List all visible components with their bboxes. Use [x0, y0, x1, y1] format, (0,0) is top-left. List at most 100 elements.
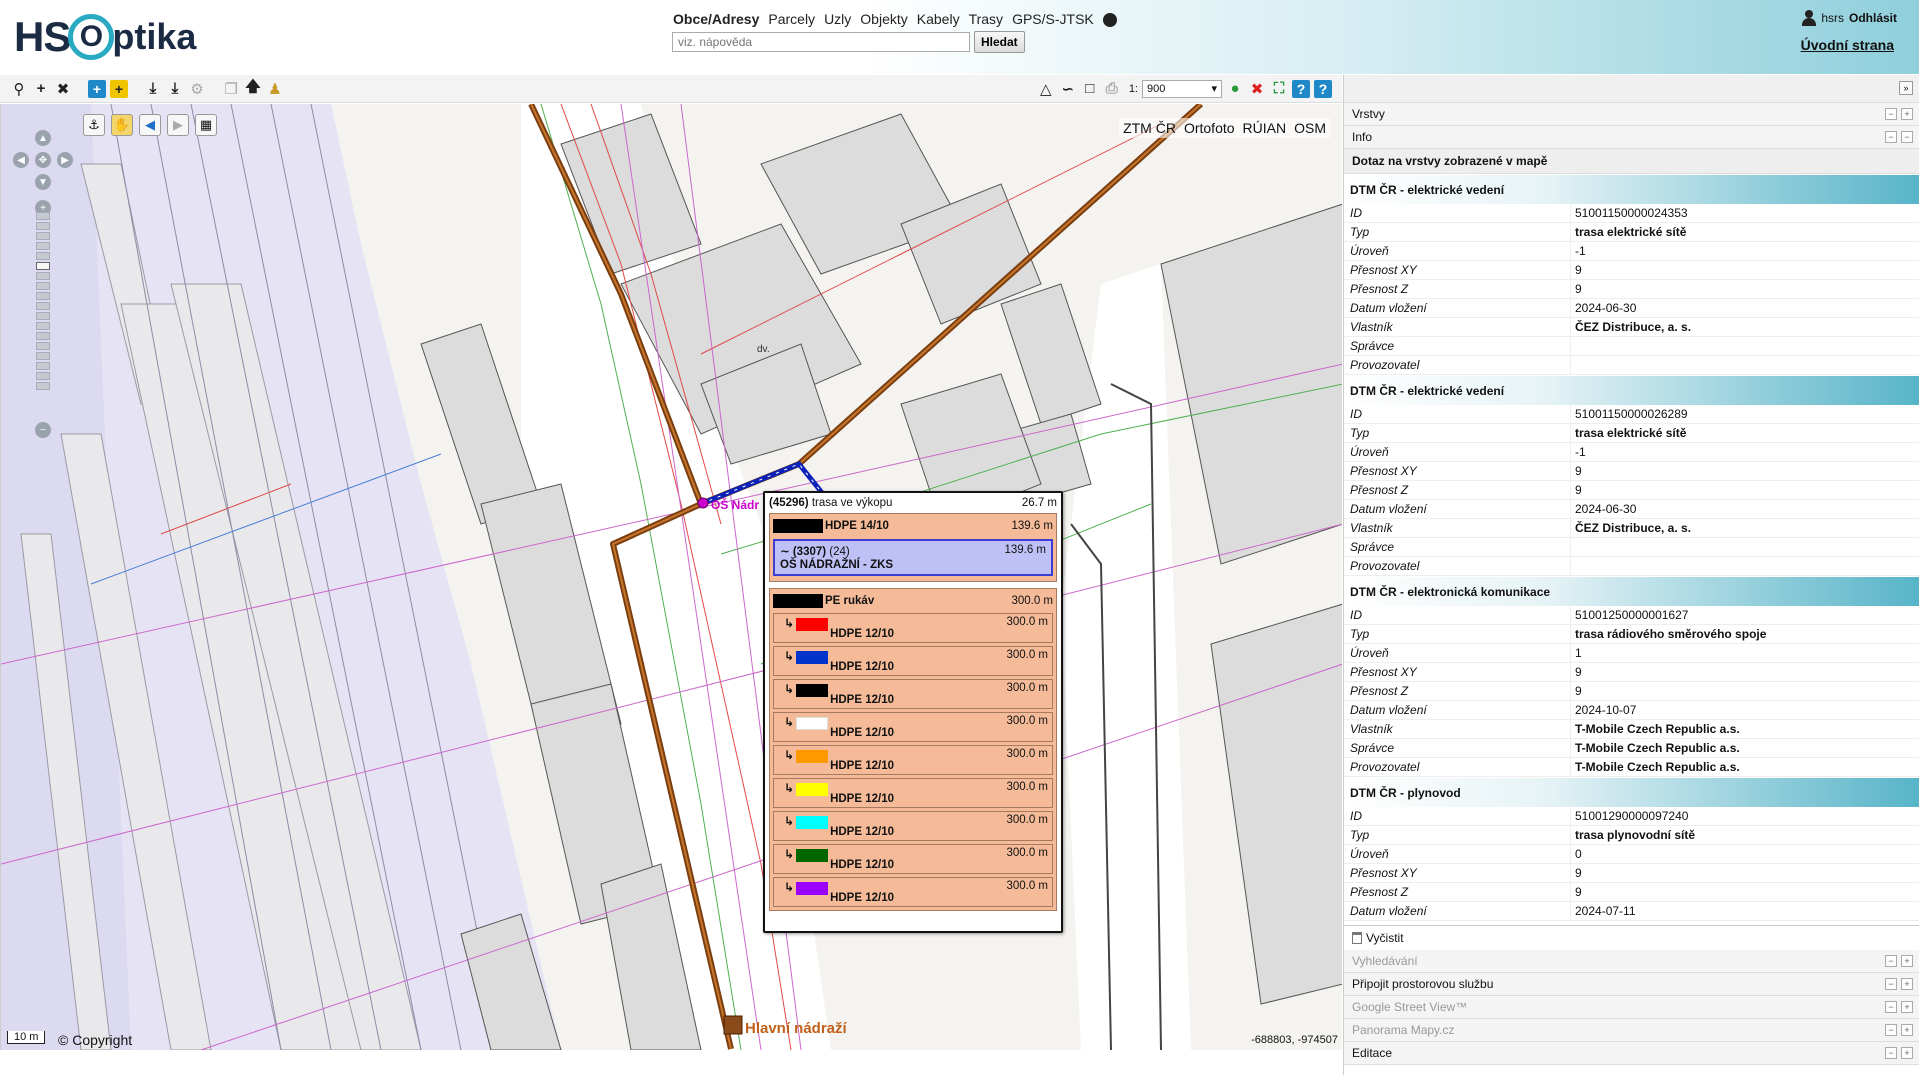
tab-obce-adresy[interactable]: Obce/Adresy [673, 11, 759, 27]
tube-item[interactable]: ↳ HDPE 12/10 300.0 m [773, 811, 1053, 841]
tube-item[interactable]: ↳ HDPE 12/10 300.0 m [773, 844, 1053, 874]
search-button[interactable]: Hledat [974, 31, 1025, 53]
zoom-level-tick[interactable] [36, 342, 50, 350]
zoom-box-icon[interactable]: ⚲ [10, 80, 28, 98]
zoom-level-tick[interactable] [36, 262, 50, 270]
add-feature-icon[interactable]: + [88, 79, 106, 98]
zoom-level-tick[interactable] [36, 382, 50, 390]
scale-select[interactable]: 900 ▾ [1142, 79, 1222, 98]
section-info[interactable]: Info − − [1344, 126, 1919, 149]
pan-up-icon[interactable]: ▲ [35, 130, 51, 146]
copyright[interactable]: © Copyright [58, 1032, 132, 1048]
tools-icon[interactable]: ✖ [54, 80, 72, 98]
zoom-slider[interactable] [34, 212, 52, 400]
cable-item[interactable]: ∼ (3307) (24) 139.6 m OŠ NÁDRAŽNÍ - ZKS [773, 539, 1053, 576]
expand-icon[interactable]: + [1901, 978, 1913, 990]
section-vrstvy[interactable]: Vrstvy − + [1344, 103, 1919, 126]
zoom-level-tick[interactable] [36, 302, 50, 310]
zoom-level-tick[interactable] [36, 292, 50, 300]
download-icon[interactable]: ⤓ [144, 80, 162, 98]
anchor-icon[interactable]: ⚓ [83, 114, 105, 136]
print-icon[interactable]: ⎙ [1103, 80, 1121, 98]
tab-trasy[interactable]: Trasy [969, 11, 1003, 27]
street-view-person-icon[interactable]: ♟ [266, 80, 284, 98]
basemap-ruian[interactable]: RÚIAN [1243, 120, 1287, 136]
zoom-level-tick[interactable] [36, 242, 50, 250]
pan-left-icon[interactable]: ◀ [13, 152, 29, 168]
measure-line-icon[interactable]: ∽ [1059, 80, 1077, 98]
expand-icon[interactable]: + [1901, 1024, 1913, 1036]
zoom-level-tick[interactable] [36, 322, 50, 330]
info-icon[interactable]: i [1102, 13, 1117, 27]
zoom-out-icon[interactable]: − [35, 422, 51, 438]
globe-icon[interactable]: ● [1226, 80, 1244, 98]
settings-icon[interactable]: ⚙ [188, 80, 206, 98]
zoom-level-tick[interactable] [36, 332, 50, 340]
zoom-level-tick[interactable] [36, 312, 50, 320]
basemap-osm[interactable]: OSM [1294, 120, 1326, 136]
help-icon[interactable]: ? [1292, 79, 1310, 98]
pan-hand-icon[interactable]: ✋ [111, 114, 133, 136]
duct-group[interactable]: HDPE 14/10 139.6 m ∼ (3307) (24) 139.6 m… [769, 513, 1057, 582]
zoom-level-tick[interactable] [36, 272, 50, 280]
add-icon[interactable]: + [32, 80, 50, 98]
tab-parcely[interactable]: Parcely [768, 11, 815, 27]
polygon-select-icon[interactable]: □ [1081, 80, 1099, 98]
duct-group[interactable]: PE rukáv 300.0 m ↳ HDPE 12/10 300.0 m ↳ HDPE… [769, 588, 1057, 911]
expand-icon[interactable]: + [1901, 1001, 1913, 1013]
panel-section[interactable]: Google Street View™ − + [1344, 996, 1919, 1019]
tube-item[interactable]: ↳ HDPE 12/10 300.0 m [773, 613, 1053, 643]
copy-icon[interactable]: ❐ [222, 80, 240, 98]
zoom-level-tick[interactable] [36, 372, 50, 380]
zoom-level-tick[interactable] [36, 232, 50, 240]
tube-item[interactable]: ↳ HDPE 12/10 300.0 m [773, 646, 1053, 676]
tab-uzly[interactable]: Uzly [824, 11, 851, 27]
zoom-level-tick[interactable] [36, 362, 50, 370]
zoom-extent-icon[interactable]: ▦ [195, 114, 217, 136]
north-arrow-icon[interactable]: 🡅 [244, 78, 262, 98]
minimize-icon[interactable]: − [1885, 1024, 1897, 1036]
panel-section[interactable]: Panorama Mapy.cz − + [1344, 1019, 1919, 1042]
collapse-panel-icon[interactable]: » [1899, 81, 1913, 95]
fullscreen-icon[interactable]: ⛶ [1270, 80, 1288, 98]
clear-button[interactable]: Vyčistit [1344, 926, 1919, 950]
back-arrow-icon[interactable]: ◀ [139, 114, 161, 136]
home-link[interactable]: Úvodní strana [1801, 37, 1894, 53]
help-icon-2[interactable]: ? [1314, 79, 1332, 98]
search-input[interactable] [672, 32, 970, 52]
export-icon[interactable]: ⤓ [166, 80, 184, 98]
map-canvas[interactable]: OŠ Nádr Hlavní nádraží dv. ZTM ČR Ortofo… [0, 104, 1342, 1050]
info-results[interactable]: DTM ČR - elektrické vedení ID 510011500000… [1344, 174, 1919, 926]
expand-icon[interactable]: + [1901, 1047, 1913, 1059]
pan-right-icon[interactable]: ▶ [57, 152, 73, 168]
pan-center-icon[interactable]: ✥ [35, 152, 51, 168]
tube-item[interactable]: ↳ HDPE 12/10 300.0 m [773, 745, 1053, 775]
minimize-icon[interactable]: − [1885, 955, 1897, 967]
minimize-icon[interactable]: − [1885, 1001, 1897, 1013]
collapse-icon[interactable]: − [1901, 131, 1913, 143]
add-layer-icon[interactable]: + [110, 79, 128, 98]
measure-area-icon[interactable]: △ [1037, 80, 1055, 98]
tab-objekty[interactable]: Objekty [860, 11, 907, 27]
zoom-level-tick[interactable] [36, 282, 50, 290]
clear-selection-icon[interactable]: ✖ [1248, 80, 1266, 98]
zoom-level-tick[interactable] [36, 212, 50, 220]
minimize-icon[interactable]: − [1885, 131, 1897, 143]
forward-arrow-icon[interactable]: ▶ [167, 114, 189, 136]
panel-section[interactable]: Vyhledávání − + [1344, 950, 1919, 973]
route-info-popup[interactable]: (45296) trasa ve výkopu 26.7 m HDPE 14/1… [763, 491, 1063, 933]
basemap-ztm[interactable]: ZTM ČR [1123, 120, 1176, 136]
zoom-level-tick[interactable] [36, 352, 50, 360]
tube-item[interactable]: ↳ HDPE 12/10 300.0 m [773, 877, 1053, 907]
zoom-level-tick[interactable] [36, 222, 50, 230]
tube-item[interactable]: ↳ HDPE 12/10 300.0 m [773, 778, 1053, 808]
pan-down-icon[interactable]: ▼ [35, 174, 51, 190]
basemap-ortofoto[interactable]: Ortofoto [1184, 120, 1235, 136]
hsoptika-logo[interactable]: HS O ptika [14, 8, 196, 66]
minimize-icon[interactable]: − [1885, 1047, 1897, 1059]
minimize-icon[interactable]: − [1885, 108, 1897, 120]
minimize-icon[interactable]: − [1885, 978, 1897, 990]
tube-item[interactable]: ↳ HDPE 12/10 300.0 m [773, 712, 1053, 742]
expand-icon[interactable]: + [1901, 955, 1913, 967]
tube-item[interactable]: ↳ HDPE 12/10 300.0 m [773, 679, 1053, 709]
